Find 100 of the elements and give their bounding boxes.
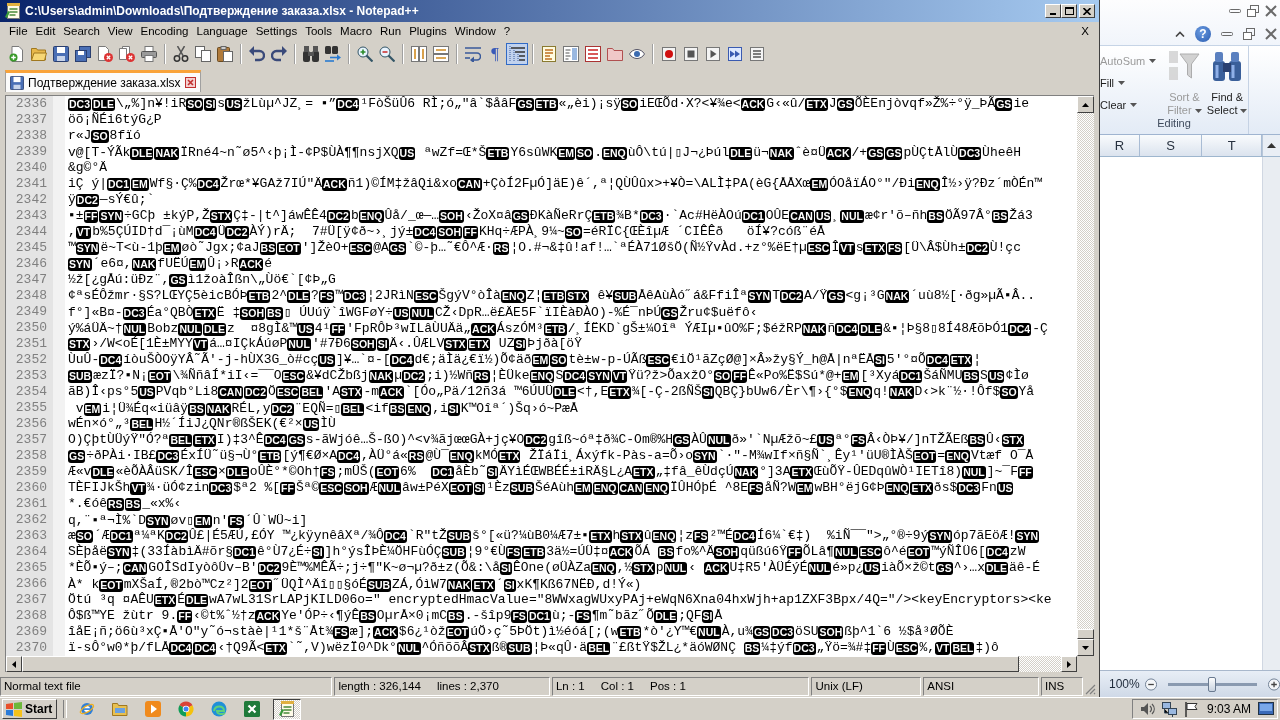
- menu-item[interactable]: ?: [499, 22, 515, 40]
- word-wrap-icon: [465, 46, 481, 62]
- close-button[interactable]: [1079, 4, 1095, 18]
- user-language-icon: [541, 46, 557, 62]
- up-arrow-icon: [1082, 102, 1089, 107]
- caret-icon: [1118, 80, 1126, 85]
- menu-item[interactable]: Window: [450, 22, 500, 40]
- taskbar-button[interactable]: [273, 698, 301, 720]
- speaker-icon[interactable]: [1140, 702, 1155, 716]
- menu-item[interactable]: Run: [376, 22, 406, 40]
- code-line: O)ÇþtÙÜýŸ"Ó?ª BEL ETX I)‡3^ÊDC4 GS s-ãWjóê…Š-ßO)^<v¾ãjœœGÀ+jç¥ODC2 gîß~óª‡ð¾C-Om®%HGSÀÛNUL ð»'`NµÆžõ~£US ª°FSÂ‹ÒÞ¥/]nTŽÃEßBS Û‹STX: [68, 432, 1025, 448]
- close-icon[interactable]: [1265, 27, 1277, 40]
- line-number: 2368: [15, 608, 47, 624]
- save-button[interactable]: [50, 43, 72, 65]
- tab-close-icon[interactable]: [184, 77, 196, 88]
- restore-icon[interactable]: [1243, 27, 1255, 40]
- minimize-button[interactable]: [1045, 4, 1061, 18]
- binoculars-button[interactable]: [300, 43, 322, 65]
- copy-button[interactable]: [192, 43, 214, 65]
- menu-item[interactable]: Settings: [251, 22, 302, 40]
- collapse-ribbon-icon[interactable]: [1175, 30, 1185, 37]
- slider-thumb[interactable]: [1208, 676, 1217, 692]
- close-document-button[interactable]: X: [1077, 22, 1093, 40]
- code-line: q,¨▪ª¬Ì%`DSYN øv▯EM n'FS´Û`WÜ~i]: [68, 512, 308, 528]
- zoom-in-icon[interactable]: [1267, 677, 1280, 691]
- line-number: 2352: [15, 352, 47, 368]
- document-map-button[interactable]: [560, 43, 582, 65]
- zoom-level[interactable]: 100%: [1109, 677, 1140, 691]
- network-icon[interactable]: [1161, 701, 1177, 717]
- vertical-scrollbar[interactable]: [1077, 96, 1094, 656]
- editor-text-area[interactable]: [65, 96, 1077, 656]
- menu-item[interactable]: Tools: [301, 22, 337, 40]
- ribbon-button[interactable]: Fill: [1100, 72, 1126, 93]
- scroll-right-button[interactable]: [1061, 656, 1077, 672]
- scroll-left-button[interactable]: [6, 656, 22, 672]
- resize-grip-icon[interactable]: [1085, 684, 1096, 695]
- status-text: Pos : 1: [650, 680, 686, 692]
- zoom-out-icon[interactable]: [1144, 677, 1157, 691]
- zoom-out-button[interactable]: [376, 43, 398, 65]
- menu-item[interactable]: Language: [192, 22, 252, 40]
- zoom-in-button[interactable]: [354, 43, 376, 65]
- code-line: *.€óêRS BS_«x%‹: [68, 496, 182, 512]
- line-number: 2363: [15, 528, 47, 544]
- status-text: ANSI: [927, 680, 955, 692]
- minimize-icon[interactable]: [1221, 31, 1233, 36]
- menu-item[interactable]: Search: [59, 22, 104, 40]
- show-symbols-button[interactable]: ¶: [484, 43, 506, 65]
- close-file-icon: [97, 46, 113, 62]
- ribbon-button[interactable]: Clear: [1100, 94, 1138, 115]
- scroll-thumb[interactable]: [1077, 629, 1094, 639]
- find-select-button[interactable]: Find & Select: [1206, 50, 1248, 117]
- show-desktop-icon[interactable]: [1258, 702, 1274, 716]
- status-text: Ln : 1: [555, 680, 585, 692]
- minimize-icon[interactable]: [1229, 9, 1241, 13]
- printer-button[interactable]: [138, 43, 160, 65]
- line-number: 2362: [15, 512, 47, 528]
- line-number: 2353: [15, 368, 47, 384]
- menu-item[interactable]: File: [5, 22, 32, 40]
- function-list-button[interactable]: [582, 43, 604, 65]
- function-list-icon: [585, 46, 601, 62]
- menu-item[interactable]: Plugins: [405, 22, 451, 40]
- vertical-scrollbar[interactable]: [1262, 157, 1280, 670]
- code-line: ÙuÛ-DC4íòuŠÒOÿYÂ˜Ã'-j-hÙX3G_ò#cç US]¥…`¤-[DC4d€;äÌä¿€ï½)Õ¢äðEM SO tè±w-p-ÚÃßESC€iÖ¹ãZçØ@]×Â»žy§Ý_h@Å|nªËÅSI5′°¤ÕDC4 ETX¦: [68, 352, 982, 368]
- save-all-button[interactable]: [72, 43, 94, 65]
- printer-icon: [141, 46, 157, 62]
- code-line: ¢ªsÉÔžmr·§S?LŒYÇ5èicBÓÞETB 2^DLE?FS™DC3¦2JRìNESC ŠgýV°òÎàENQZ¦ETB STX ê¥SUBÅêAùÀó˝á&FfiÎª SYNTDC2A/ŸGS<g¡³GNAK´uù8½[·ðg»µÃ▪Â..: [68, 288, 1036, 304]
- line-number: 2336: [15, 96, 47, 112]
- indent-guide-button[interactable]: [506, 43, 528, 65]
- spreadsheet-icon: [244, 701, 260, 717]
- replace-button[interactable]: [322, 43, 344, 65]
- close-icon[interactable]: [1265, 5, 1277, 17]
- group-label: Editing: [1156, 117, 1192, 131]
- line-number: 2357: [15, 432, 47, 448]
- clipboard-button[interactable]: [214, 43, 236, 65]
- vertical-sync-button[interactable]: [408, 43, 430, 65]
- column-header[interactable]: R: [1100, 135, 1140, 156]
- menu-item[interactable]: Macro: [336, 22, 377, 40]
- close-icon: [1083, 7, 1091, 15]
- horizontal-sync-button[interactable]: [430, 43, 452, 65]
- horizontal-sync-icon: [433, 46, 449, 62]
- maximize-button[interactable]: [1061, 4, 1077, 18]
- file-tab[interactable]: Подтверждение заказа.xlsx: [5, 70, 201, 92]
- line-number: 2366: [15, 576, 47, 592]
- file-manager-icon: [112, 701, 128, 717]
- start-button[interactable]: Start: [2, 699, 57, 719]
- scroll-up-button[interactable]: [1262, 135, 1280, 156]
- folder-icon: [607, 46, 623, 62]
- line-number: 2342: [15, 192, 47, 208]
- menu-item[interactable]: Encoding: [136, 22, 193, 40]
- column-header[interactable]: S: [1139, 135, 1203, 156]
- restore-icon[interactable]: [1247, 5, 1259, 17]
- flag-icon[interactable]: [1183, 701, 1198, 717]
- menu-item[interactable]: Edit: [31, 22, 60, 40]
- line-number: 2365: [15, 560, 47, 576]
- code-line: GS÷ðPÀi·IB£DC3 ÉxÍÜ˜ü§¬Ù°ETB[ý¶€Ø×ADC4,ÀÜ°á«RS@Ù¯ENQ kMÓETX ŽÏáÏi¸Áxýfk-Pàs-a=Õ›oSYN`·″-M¾wIf×ñ§Ñ`¸Êy¹'üU®ÌÀŠEOT=ENQVtæf O¯Å: [68, 448, 1034, 464]
- menu-item[interactable]: View: [103, 22, 137, 40]
- clock[interactable]: 9:03 AM: [1206, 702, 1251, 716]
- close-all-button[interactable]: [116, 43, 138, 65]
- save-all-icon: [75, 46, 91, 62]
- scroll-down-button[interactable]: [1077, 639, 1094, 656]
